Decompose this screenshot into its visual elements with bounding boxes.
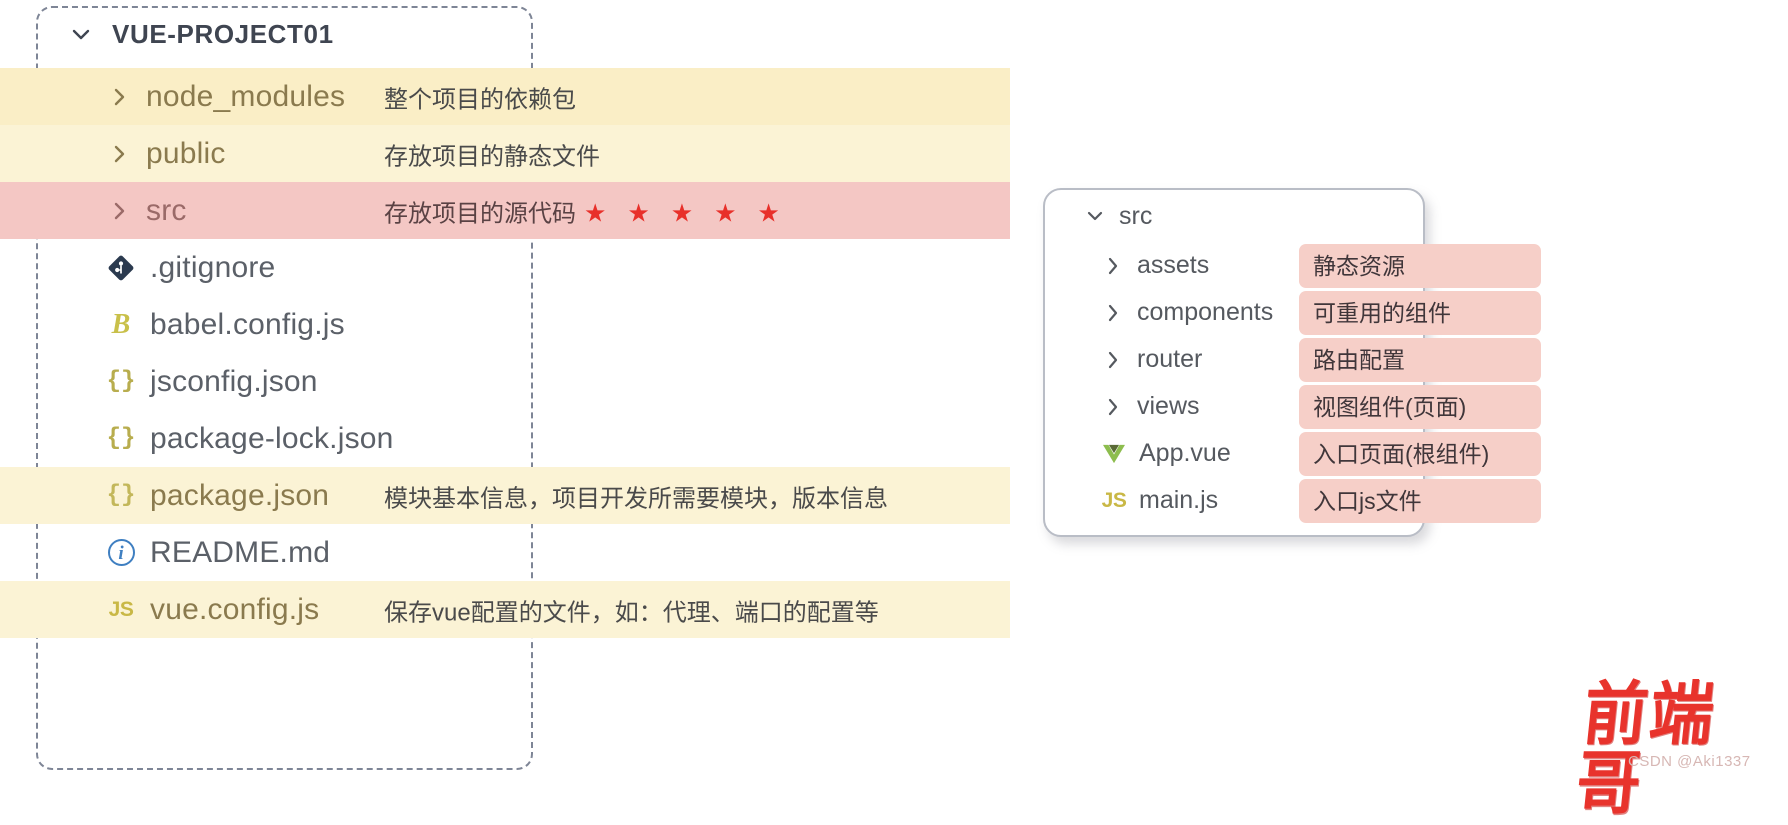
tree-row-node-modules[interactable]: node_modules 整个项目的依赖包	[0, 68, 1010, 125]
info-circle-icon: i	[104, 539, 138, 566]
src-card-item-label: router	[1137, 345, 1203, 373]
file-tree: VUE-PROJECT01 node_modules 整个项目的依赖包 publ…	[0, 0, 1010, 638]
tree-row-vue-config[interactable]: JS vue.config.js 保存vue配置的文件，如：代理、端口的配置等	[0, 581, 1010, 638]
tree-row-jsconfig[interactable]: {} jsconfig.json	[0, 353, 1010, 410]
tree-item-label: node_modules	[146, 79, 346, 113]
explorer-panel: VUE-PROJECT01 node_modules 整个项目的依赖包 publ…	[0, 0, 1010, 778]
json-braces-icon: {}	[106, 425, 136, 452]
tree-item-label: babel.config.js	[150, 307, 345, 341]
src-badge-views: 视图组件(页面)	[1299, 385, 1541, 429]
tree-item-description: 存放项目的源代码 ★ ★ ★ ★ ★	[384, 193, 787, 228]
json-braces-icon: {}	[106, 368, 136, 395]
tree-item-label: .gitignore	[150, 250, 276, 284]
tree-root-row[interactable]: VUE-PROJECT01	[0, 0, 1010, 68]
js-icon: JS	[108, 597, 134, 621]
tree-item-description-text: 存放项目的源代码	[384, 200, 576, 227]
src-card-item-label: views	[1137, 392, 1200, 420]
tree-row-babel-config[interactable]: B babel.config.js	[0, 296, 1010, 353]
chevron-down-icon[interactable]	[1081, 204, 1109, 228]
chevron-right-icon[interactable]	[1099, 348, 1127, 372]
src-badge-router: 路由配置	[1299, 338, 1541, 382]
git-icon	[104, 254, 138, 282]
tree-item-description: 模块基本信息，项目开发所需要模块，版本信息	[384, 485, 888, 512]
chevron-right-icon[interactable]	[1099, 395, 1127, 419]
tree-item-description: 保存vue配置的文件，如：代理、端口的配置等	[384, 599, 879, 626]
tree-row-readme[interactable]: i README.md	[0, 524, 1010, 581]
tree-item-description: 存放项目的静态文件	[384, 143, 600, 170]
tree-row-src[interactable]: src 存放项目的源代码 ★ ★ ★ ★ ★	[0, 182, 1010, 239]
tree-item-label: jsconfig.json	[150, 364, 318, 398]
watermark-text: 前端哥	[1572, 674, 1720, 825]
json-braces-icon: {}	[106, 482, 136, 509]
src-card-item-label: components	[1137, 298, 1274, 326]
src-badge-components: 可重用的组件	[1299, 291, 1541, 335]
tree-row-public[interactable]: public 存放项目的静态文件	[0, 125, 1010, 182]
src-card-root-row[interactable]: src	[1045, 190, 1423, 242]
chevron-right-icon[interactable]	[104, 84, 134, 110]
tree-item-label: package-lock.json	[150, 421, 394, 455]
chevron-right-icon[interactable]	[104, 198, 134, 224]
vue-icon	[1099, 443, 1129, 465]
tree-row-package-json[interactable]: {} package.json 模块基本信息，项目开发所需要模块，版本信息	[0, 467, 1010, 524]
babel-icon: B	[111, 308, 131, 340]
chevron-right-icon[interactable]	[104, 141, 134, 167]
tree-row-gitignore[interactable]: .gitignore	[0, 239, 1010, 296]
tree-item-label: README.md	[150, 535, 331, 569]
tree-item-label: package.json	[150, 478, 330, 512]
tree-item-description: 整个项目的依赖包	[384, 86, 576, 113]
src-badge-app-vue: 入口页面(根组件)	[1299, 432, 1541, 476]
src-card-item-label: main.js	[1139, 486, 1219, 514]
tree-item-label: vue.config.js	[150, 592, 320, 626]
tree-row-package-lock[interactable]: {} package-lock.json	[0, 410, 1010, 467]
tree-root-label: VUE-PROJECT01	[112, 18, 334, 49]
chevron-down-icon[interactable]	[66, 21, 96, 47]
watermark: 前端哥 CSDN @Aki1337	[1572, 674, 1770, 824]
src-badge-main-js: 入口js文件	[1299, 479, 1541, 523]
chevron-right-icon[interactable]	[1099, 254, 1127, 278]
src-card-root-label: src	[1119, 201, 1153, 230]
watermark-subtext: CSDN @Aki1337	[1628, 753, 1751, 770]
tree-item-label: public	[146, 136, 226, 170]
js-icon: JS	[1101, 488, 1127, 512]
src-badge-assets: 静态资源	[1299, 244, 1541, 288]
src-card-item-label: assets	[1137, 251, 1210, 279]
src-card-item-label: App.vue	[1139, 439, 1231, 467]
chevron-right-icon[interactable]	[1099, 301, 1127, 325]
tree-item-label: src	[146, 193, 187, 227]
rating-stars: ★ ★ ★ ★ ★	[584, 199, 787, 227]
